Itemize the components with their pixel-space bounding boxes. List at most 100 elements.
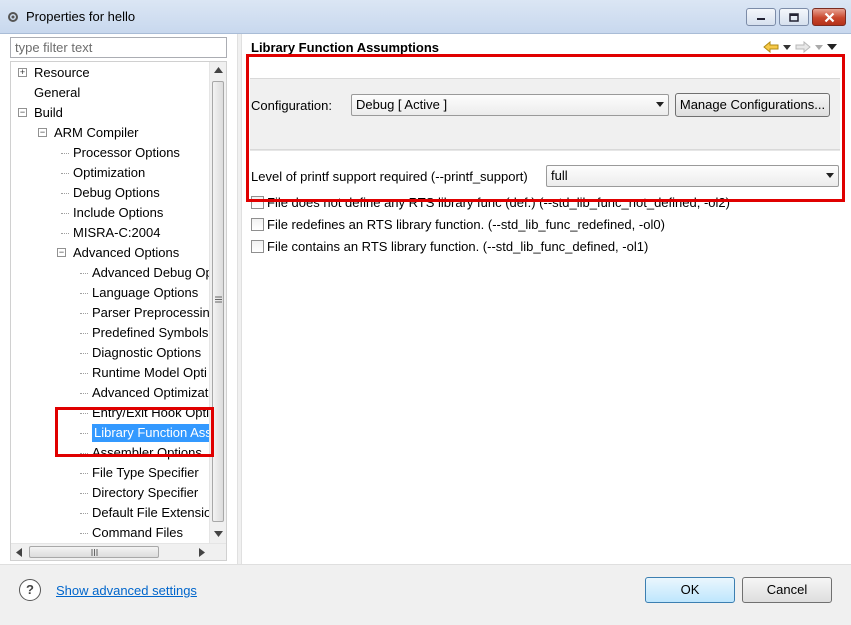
- tree-item[interactable]: Predefined Symbols: [11, 324, 211, 342]
- tree-item[interactable]: Debug Options: [11, 184, 211, 202]
- tree-item[interactable]: + Resource: [11, 64, 211, 82]
- tree-item[interactable]: Advanced Optimizat: [11, 384, 211, 402]
- highlight-box-tree-selection: [55, 407, 214, 457]
- tree-item[interactable]: Runtime Model Opti: [11, 364, 211, 382]
- tree-item-label: Include Options: [73, 205, 164, 220]
- close-button[interactable]: [812, 8, 846, 26]
- dialog-body: Command Files Default File Extensio Direct…: [0, 34, 851, 564]
- tree-connector: [80, 473, 88, 474]
- tree-connector: [61, 213, 69, 214]
- checkbox-label: File redefines an RTS library function. …: [267, 216, 665, 232]
- view-menu-icon[interactable]: [827, 44, 837, 50]
- tree-horizontal-scrollbar[interactable]: [11, 543, 226, 560]
- forward-arrow-icon[interactable]: [795, 41, 811, 53]
- scroll-right-icon[interactable]: [199, 548, 205, 557]
- tree-connector: [61, 153, 69, 154]
- app-gear-icon: [8, 12, 18, 22]
- left-pane: Command Files Default File Extensio Direct…: [0, 34, 237, 564]
- tree-item[interactable]: Parser Preprocessin: [11, 304, 211, 322]
- tree-item-label: Command Files: [92, 525, 184, 540]
- tree-item-label: Predefined Symbols: [92, 325, 209, 340]
- tree-connector: [80, 293, 88, 294]
- tree-item[interactable]: − Advanced Options: [11, 244, 211, 262]
- checkbox-std-lib-func-redefined[interactable]: File redefines an RTS library function. …: [251, 215, 665, 233]
- tree-item-label: File Type Specifier: [92, 465, 199, 480]
- right-pane: Library Function Assumptions Configurati…: [242, 34, 851, 564]
- tree-item-label: Processor Options: [73, 145, 180, 160]
- tree-connector: [80, 333, 88, 334]
- tree-item-label: Advanced Options: [73, 245, 180, 260]
- expand-icon[interactable]: +: [18, 68, 27, 77]
- tree-connector: [80, 493, 88, 494]
- scroll-down-icon[interactable]: [214, 531, 223, 537]
- highlight-box-settings: [246, 54, 845, 202]
- tree-connector: [61, 193, 69, 194]
- maximize-button[interactable]: [779, 8, 809, 26]
- ok-button[interactable]: OK: [645, 577, 735, 603]
- tree-hscroll-thumb[interactable]: [29, 546, 159, 558]
- checkbox[interactable]: [251, 217, 264, 231]
- tree-item-label: Default File Extensio: [92, 505, 212, 520]
- tree-item[interactable]: Optimization: [11, 164, 211, 182]
- checkbox-std-lib-func-defined[interactable]: File contains an RTS library function. (…: [251, 237, 648, 255]
- cancel-button[interactable]: Cancel: [742, 577, 832, 603]
- minimize-button[interactable]: [746, 8, 776, 26]
- tree-connector: [80, 373, 88, 374]
- close-icon: [824, 12, 834, 22]
- grip-icon: [91, 549, 98, 556]
- page-title: Library Function Assumptions: [251, 40, 440, 55]
- tree-item[interactable]: Language Options: [11, 284, 211, 302]
- tree-item[interactable]: − ARM Compiler: [11, 124, 211, 142]
- tree-connector: [80, 393, 88, 394]
- tree-item[interactable]: Directory Specifier: [11, 484, 211, 502]
- tree-item-label: Directory Specifier: [92, 485, 199, 500]
- tree-item-label: General: [34, 85, 81, 100]
- tree-item-label: Advanced Debug Op: [92, 265, 213, 280]
- tree-item[interactable]: MISRA-C:2004: [11, 224, 211, 242]
- checkbox[interactable]: [251, 239, 264, 253]
- tree-connector: [80, 533, 88, 534]
- help-icon[interactable]: ?: [19, 579, 41, 601]
- tree-item[interactable]: Default File Extensio: [11, 504, 211, 522]
- back-dropdown-icon[interactable]: [783, 44, 791, 50]
- show-advanced-settings-link[interactable]: Show advanced settings: [56, 583, 197, 598]
- tree-vertical-scrollbar[interactable]: [209, 62, 226, 543]
- tree-item[interactable]: − Build: [11, 104, 211, 122]
- forward-dropdown-icon[interactable]: [815, 44, 823, 50]
- scroll-up-icon[interactable]: [214, 67, 223, 73]
- tree-item-label: Build: [34, 105, 63, 120]
- tree-item[interactable]: General: [11, 84, 211, 102]
- title-bar: Properties for hello: [0, 0, 851, 34]
- tree-item[interactable]: Processor Options: [11, 144, 211, 162]
- grip-icon: [215, 296, 222, 303]
- tree-item-label: Resource: [34, 65, 90, 80]
- tree-connector: [80, 313, 88, 314]
- tree-item[interactable]: Command Files: [11, 524, 211, 542]
- tree-connector: [80, 353, 88, 354]
- tree-item[interactable]: Diagnostic Options: [11, 344, 211, 362]
- tree-item-label: Debug Options: [73, 185, 160, 200]
- scroll-left-icon[interactable]: [16, 548, 22, 557]
- tree-item-label: Runtime Model Opti: [92, 365, 207, 380]
- tree-item[interactable]: File Type Specifier: [11, 464, 211, 482]
- minimize-icon: [757, 18, 765, 20]
- back-arrow-icon[interactable]: [763, 41, 779, 53]
- tree-connector: [61, 173, 69, 174]
- tree-item[interactable]: Include Options: [11, 204, 211, 222]
- collapse-icon[interactable]: −: [38, 128, 47, 137]
- collapse-icon[interactable]: −: [18, 108, 27, 117]
- checkbox-label: File contains an RTS library function. (…: [267, 238, 649, 254]
- dialog-footer: ? Show advanced settings OK Cancel: [0, 564, 851, 625]
- tree-connector: [80, 513, 88, 514]
- tree-item-label: MISRA-C:2004: [73, 225, 161, 240]
- collapse-icon[interactable]: −: [57, 248, 66, 257]
- tree-connector: [80, 273, 88, 274]
- filter-input[interactable]: [10, 37, 227, 58]
- tree-item-label: Advanced Optimizat: [92, 385, 209, 400]
- tree-item-label: Optimization: [73, 165, 146, 180]
- property-tree[interactable]: Command Files Default File Extensio Direct…: [10, 61, 227, 561]
- window-title: Properties for hello: [26, 9, 136, 24]
- tree-item-label: Language Options: [92, 285, 199, 300]
- tree-connector: [61, 233, 69, 234]
- tree-item[interactable]: Advanced Debug Op: [11, 264, 213, 282]
